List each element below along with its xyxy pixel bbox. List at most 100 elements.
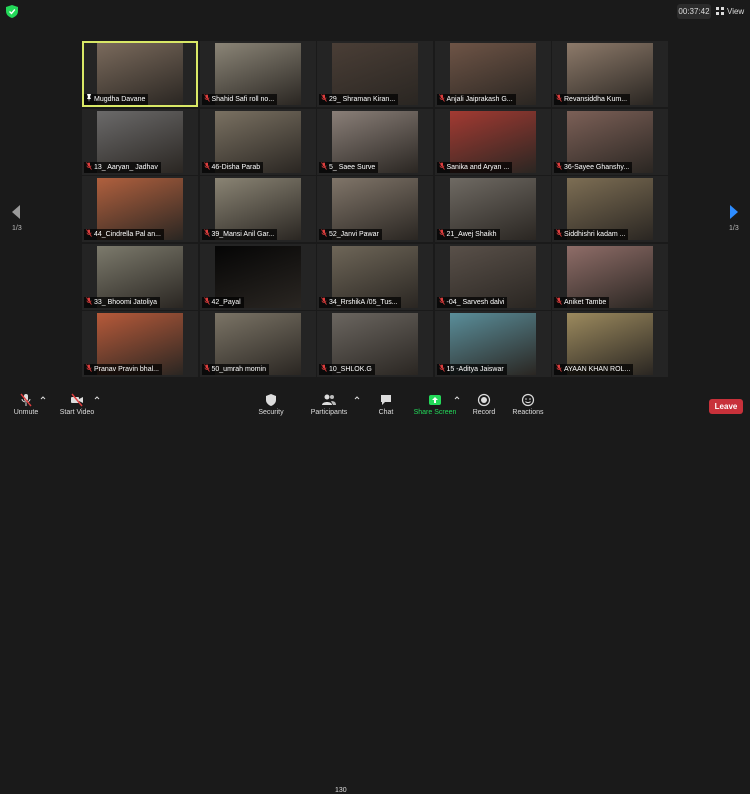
participant-tile[interactable]: 13_ Aaryan_ Jadhav	[82, 108, 198, 175]
participant-tile[interactable]: Mugdha Davane	[82, 41, 198, 107]
participant-name: Revansiddha Kum...	[564, 96, 628, 103]
participant-tile[interactable]: 39_Mansi Anil Gar...	[199, 176, 316, 242]
participant-tile[interactable]: 52_Janvi Pawar	[317, 176, 433, 242]
participant-name: 34_RrshikA /05_Tus...	[329, 298, 398, 306]
grid-view-icon	[716, 7, 724, 15]
muted-mic-icon	[438, 94, 445, 102]
muted-mic-icon	[203, 296, 210, 305]
participant-name: 33_ Bhoomi Jatoliya	[94, 298, 158, 306]
reactions-button[interactable]: Reactions	[510, 393, 546, 416]
unmute-button[interactable]: Unmute	[10, 393, 42, 416]
muted-mic-icon	[438, 296, 445, 305]
participant-tile[interactable]: AYAAN KHAN ROL...	[552, 311, 668, 377]
record-button[interactable]: Record	[470, 393, 498, 416]
participant-tile[interactable]: 36-Sayee Ghanshy...	[552, 108, 668, 175]
participant-name-bar: Sanika and Aryan ...	[436, 161, 513, 173]
muted-mic-icon	[556, 94, 562, 102]
participant-tile[interactable]: Sanika and Aryan ...	[434, 108, 551, 175]
muted-mic-icon	[438, 364, 445, 372]
participants-options-caret-icon[interactable]	[354, 395, 360, 401]
participant-tile[interactable]: 46-Disha Parab	[199, 108, 316, 175]
muted-mic-icon	[321, 94, 327, 102]
participant-name-bar: AYAAN KHAN ROL...	[554, 364, 634, 375]
muted-mic-icon	[203, 229, 210, 237]
muted-mic-icon	[556, 229, 562, 237]
participant-name-bar: 52_Janvi Pawar	[319, 229, 382, 240]
participant-tile[interactable]: 33_ Bhoomi Jatoliya	[82, 243, 198, 310]
participant-name: 29_ Shraman Kiran...	[329, 96, 396, 103]
share-screen-button[interactable]: Share Screen	[413, 393, 457, 416]
chat-label: Chat	[378, 409, 394, 416]
participant-name-bar: Shahid Safi roll no...	[201, 94, 278, 105]
security-button[interactable]: Security	[255, 393, 287, 416]
muted-mic-icon	[86, 296, 92, 305]
participant-tile[interactable]: 34_RrshikA /05_Tus...	[317, 243, 433, 310]
participant-name-bar: Aniket Tambe	[554, 296, 610, 308]
participant-count: 130	[335, 787, 347, 794]
participant-name-bar: 44_Cindrella Pal an...	[84, 229, 164, 240]
record-label: Record	[472, 409, 496, 416]
participant-tile[interactable]: Shahid Safi roll no...	[199, 41, 316, 107]
participant-name: -04_ Sarvesh dalvi	[446, 298, 505, 306]
participant-name-bar: 34_RrshikA /05_Tus...	[319, 296, 401, 308]
reactions-smiley-icon	[521, 393, 535, 407]
participant-name-bar: Pranav Pravin bhal...	[84, 364, 162, 375]
participant-name-bar: Siddhishri kadam ...	[554, 229, 629, 240]
participant-name: 44_Cindrella Pal an...	[94, 231, 161, 238]
muted-mic-icon	[438, 161, 445, 170]
participant-tile[interactable]: 44_Cindrella Pal an...	[82, 176, 198, 242]
leave-button[interactable]: Leave	[709, 399, 743, 414]
view-label: View	[727, 7, 745, 16]
record-circle-icon	[477, 393, 491, 407]
audio-options-caret-icon[interactable]	[40, 395, 46, 401]
participant-name: 36-Sayee Ghanshy...	[564, 163, 630, 171]
muted-mic-icon	[321, 161, 327, 170]
chat-button[interactable]: Chat	[372, 393, 400, 416]
share-options-caret-icon[interactable]	[454, 395, 460, 401]
participant-name-bar: 15 -Aditya Jaiswar	[436, 364, 507, 375]
participant-tile[interactable]: 10_SHLOK.G	[317, 311, 433, 377]
meeting-toolbar: Unmute Start Video Security Participants…	[0, 391, 750, 794]
muted-mic-icon	[556, 296, 562, 305]
video-off-camera-icon	[71, 393, 83, 407]
participant-name: Shahid Safi roll no...	[211, 96, 275, 103]
participant-name-bar: Mugdha Davane	[84, 94, 149, 105]
participant-name: 52_Janvi Pawar	[329, 231, 379, 238]
muted-mic-icon	[203, 161, 210, 170]
participant-tile[interactable]: 21_Awej Shaikh	[434, 176, 551, 242]
participant-tile[interactable]: 42_Payal	[199, 243, 316, 310]
video-options-caret-icon[interactable]	[94, 395, 100, 401]
muted-mic-icon	[86, 229, 92, 237]
muted-mic-icon	[203, 364, 210, 372]
participant-tile[interactable]: -04_ Sarvesh dalvi	[434, 243, 551, 310]
participant-tile[interactable]: 15 -Aditya Jaiswar	[434, 311, 551, 377]
participant-name-bar: 29_ Shraman Kiran...	[319, 94, 399, 105]
participant-tile[interactable]: Anjali Jaiprakash G...	[434, 41, 551, 107]
muted-mic-icon	[203, 94, 210, 102]
participant-name: AYAAN KHAN ROL...	[564, 366, 631, 373]
participant-tile[interactable]: Siddhishri kadam ...	[552, 176, 668, 242]
security-shield-icon	[266, 394, 276, 406]
participant-tile[interactable]: Pranav Pravin bhal...	[82, 311, 198, 377]
chat-bubble-icon	[381, 395, 391, 405]
participant-name: 46-Disha Parab	[211, 163, 261, 171]
muted-mic-icon	[556, 161, 562, 170]
participant-name: Sanika and Aryan ...	[446, 163, 510, 171]
participant-tile[interactable]: 29_ Shraman Kiran...	[317, 41, 433, 107]
view-button[interactable]: View	[716, 4, 744, 19]
participant-tile[interactable]: 5_ Saee Surve	[317, 108, 433, 175]
encryption-shield-icon[interactable]	[6, 5, 18, 18]
participant-name: 21_Awej Shaikh	[446, 231, 497, 238]
participant-name: Mugdha Davane	[94, 96, 146, 103]
participant-tile[interactable]: Aniket Tambe	[552, 243, 668, 310]
next-page-arrow-icon[interactable]	[728, 204, 740, 220]
participant-tile[interactable]: 50_umrah momin	[199, 311, 316, 377]
participant-tile[interactable]: Revansiddha Kum...	[552, 41, 668, 107]
participants-people-icon	[322, 394, 336, 405]
start-video-button[interactable]: Start Video	[58, 393, 96, 416]
participants-button[interactable]: Participants	[309, 393, 349, 416]
participant-name: 10_SHLOK.G	[329, 366, 372, 373]
participant-name: Anjali Jaiprakash G...	[446, 96, 513, 103]
unmute-label: Unmute	[13, 409, 39, 416]
previous-page-arrow-icon[interactable]	[10, 204, 22, 220]
